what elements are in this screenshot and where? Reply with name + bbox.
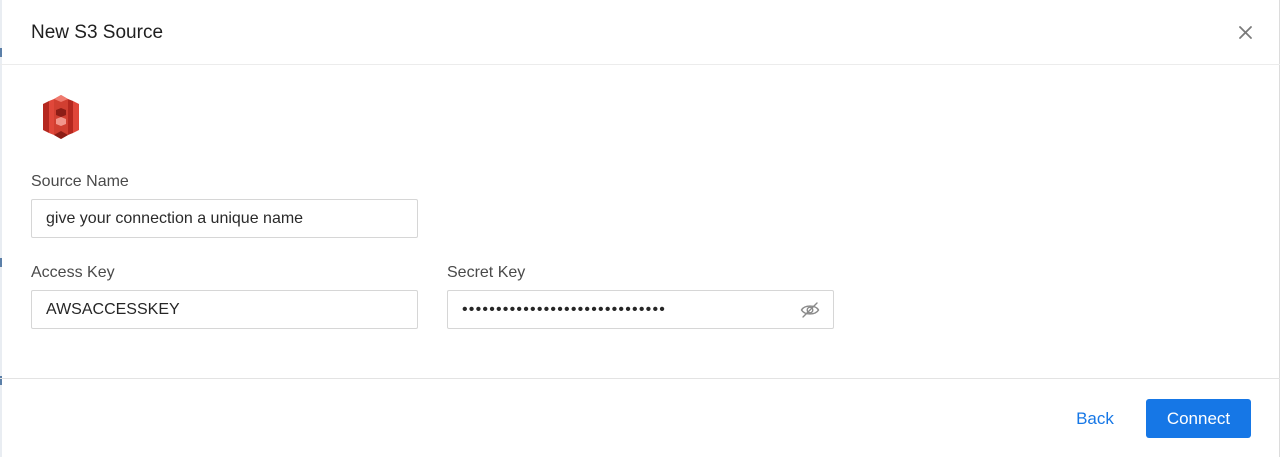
secret-key-masked-value: ••••••••••••••••••••••••••••••: [462, 301, 667, 318]
new-s3-source-dialog: New S3 Source Source Name Access Key Sec…: [0, 0, 1280, 457]
footer-divider: [0, 378, 1280, 379]
close-icon[interactable]: [1235, 22, 1257, 44]
access-key-input[interactable]: [31, 290, 418, 329]
background-edge: [0, 0, 2, 457]
access-key-label: Access Key: [31, 264, 115, 281]
edge-marker: [0, 258, 2, 267]
aws-s3-logo-icon: [41, 94, 81, 140]
back-button[interactable]: Back: [1062, 400, 1128, 438]
source-name-label: Source Name: [31, 173, 129, 190]
secret-key-input[interactable]: ••••••••••••••••••••••••••••••: [447, 290, 834, 329]
source-name-input[interactable]: [31, 199, 418, 238]
dialog-title: New S3 Source: [31, 22, 164, 43]
secret-key-label: Secret Key: [447, 264, 526, 281]
eye-hidden-icon[interactable]: [800, 301, 820, 319]
connect-button[interactable]: Connect: [1146, 399, 1251, 438]
dialog-header: New S3 Source: [0, 0, 1280, 65]
